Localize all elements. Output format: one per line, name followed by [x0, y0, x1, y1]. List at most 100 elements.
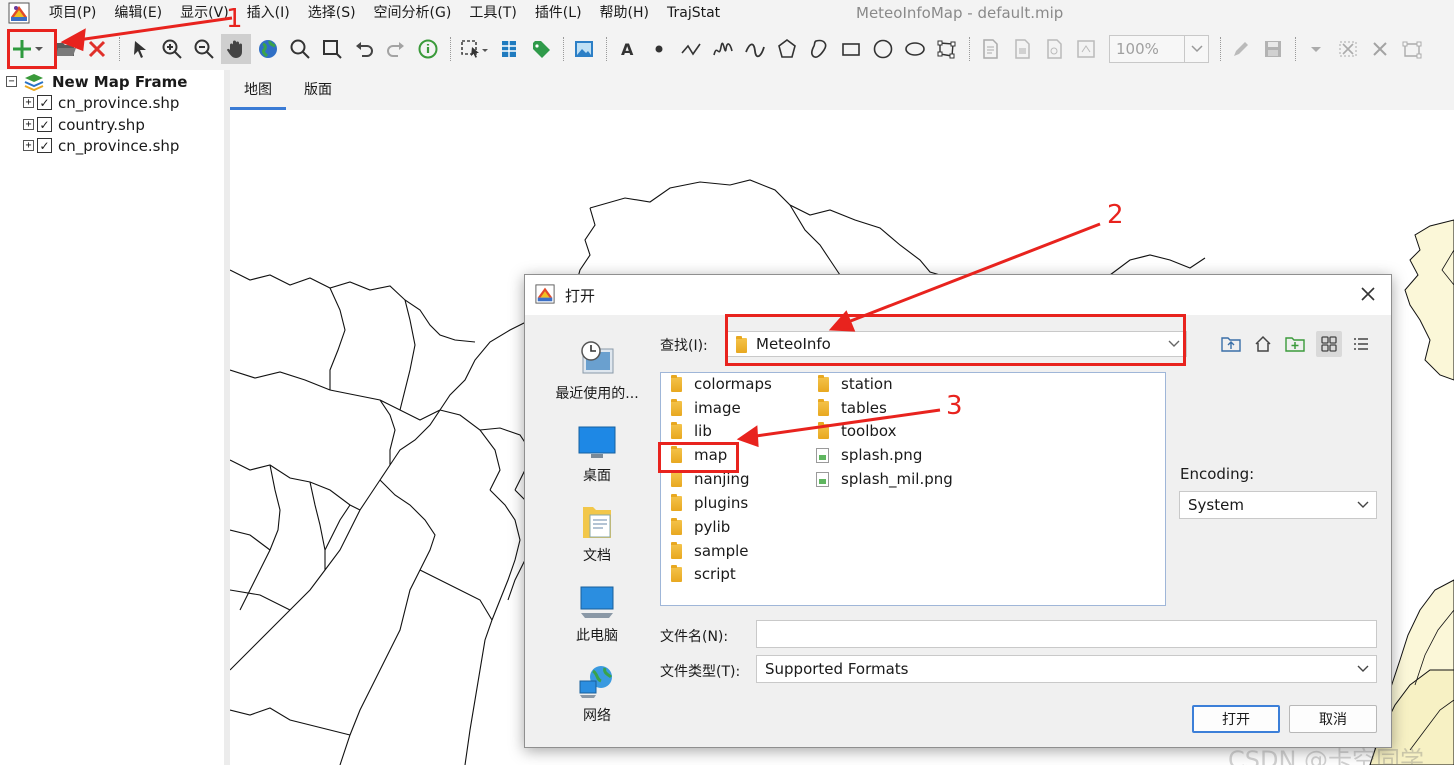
print-icon[interactable] [1039, 34, 1069, 64]
list-view-icon[interactable] [1316, 331, 1342, 357]
polygon-icon[interactable] [772, 34, 802, 64]
folder-item-lib[interactable]: lib [671, 420, 712, 442]
folder-item-pylib[interactable]: pylib [671, 516, 730, 538]
select-arrow-icon[interactable] [125, 34, 155, 64]
menu-spatial-analysis[interactable]: 空间分析(G) [365, 0, 461, 26]
collapse-toggle-icon[interactable]: − [6, 76, 17, 87]
zoom-combobox[interactable]: 100% [1109, 35, 1209, 63]
open-button[interactable]: 打开 [1192, 705, 1280, 733]
file-name-input[interactable] [756, 620, 1377, 648]
text-icon[interactable]: A [612, 34, 642, 64]
pan-hand-icon[interactable] [221, 34, 251, 64]
remove-layer-icon[interactable] [82, 34, 112, 64]
cut-shape-icon[interactable] [1333, 34, 1363, 64]
folder-name: pylib [694, 518, 731, 536]
zoom-in-icon[interactable] [157, 34, 187, 64]
home-icon[interactable] [1250, 331, 1276, 357]
folder-item-station[interactable]: station [818, 373, 893, 395]
map-frame-label: New Map Frame [52, 72, 188, 91]
menu-edit[interactable]: 编辑(E) [105, 0, 171, 26]
snap-icon[interactable] [1397, 34, 1427, 64]
folder-item-sample[interactable]: sample [671, 540, 749, 562]
cancel-button[interactable]: 取消 [1289, 705, 1377, 733]
refresh-icon[interactable] [1071, 34, 1101, 64]
place-desktop[interactable]: 桌面 [547, 423, 647, 485]
details-view-icon[interactable] [1348, 331, 1374, 357]
up-folder-icon[interactable] [1218, 331, 1244, 357]
zoom-out-icon[interactable] [189, 34, 219, 64]
encoding-select[interactable]: System [1179, 491, 1377, 519]
image-icon[interactable] [569, 34, 599, 64]
edit-pencil-icon[interactable] [1226, 34, 1256, 64]
export-icon[interactable] [1007, 34, 1037, 64]
file-list[interactable]: colormaps image lib map nanjing plugins … [660, 372, 1166, 606]
place-documents[interactable]: 文档 [547, 503, 647, 565]
annotation-number-1: 1 [226, 4, 243, 34]
identify-info-icon[interactable] [413, 34, 443, 64]
magnifier-icon[interactable] [285, 34, 315, 64]
place-desktop-label: 桌面 [583, 468, 611, 484]
redo-icon[interactable] [381, 34, 411, 64]
menu-tools[interactable]: 工具(T) [460, 0, 525, 26]
folder-item-colormaps[interactable]: colormaps [671, 373, 772, 395]
tab-layout[interactable]: 版面 [290, 72, 346, 110]
point-icon[interactable] [644, 34, 674, 64]
layer-visibility-checkbox[interactable]: ✓ [37, 117, 52, 132]
layer-visibility-checkbox[interactable]: ✓ [37, 138, 52, 153]
dropdown-arrow-icon[interactable] [1301, 34, 1331, 64]
layout-page-icon[interactable] [975, 34, 1005, 64]
expand-toggle-icon[interactable]: + [23, 119, 34, 130]
folder-icon [818, 421, 829, 439]
folder-item-toolbox[interactable]: toolbox [818, 420, 897, 442]
menu-insert[interactable]: 插入(I) [238, 0, 299, 26]
file-type-select[interactable]: Supported Formats [756, 655, 1377, 683]
folder-item-plugins[interactable]: plugins [671, 492, 748, 514]
place-recent[interactable]: 最近使用的... [547, 341, 647, 403]
circle-icon[interactable] [868, 34, 898, 64]
map-frame-node[interactable]: − New Map Frame [6, 71, 187, 92]
chevron-down-icon[interactable] [1356, 662, 1370, 676]
polyline-icon[interactable] [676, 34, 706, 64]
new-folder-icon[interactable] [1282, 331, 1308, 357]
dialog-title-bar[interactable]: 打开 [525, 275, 1391, 315]
folder-icon [671, 421, 682, 439]
menu-trajstat[interactable]: TrajStat [658, 0, 729, 26]
expand-toggle-icon[interactable]: + [23, 97, 34, 108]
folder-item-tables[interactable]: tables [818, 397, 887, 419]
save-icon[interactable] [1258, 34, 1288, 64]
ellipse-icon[interactable] [900, 34, 930, 64]
expand-toggle-icon[interactable]: + [23, 140, 34, 151]
freehand-line-icon[interactable] [708, 34, 738, 64]
place-network[interactable]: 网络 [547, 663, 647, 725]
layer-item[interactable]: + ✓ cn_province.shp [23, 92, 179, 113]
chevron-down-icon[interactable] [1356, 498, 1370, 512]
layer-visibility-checkbox[interactable]: ✓ [37, 95, 52, 110]
attribute-table-icon[interactable] [494, 34, 524, 64]
layer-item[interactable]: + ✓ cn_province.shp [23, 135, 179, 156]
menu-help[interactable]: 帮助(H) [591, 0, 658, 26]
file-item-splash-mil[interactable]: splash_mil.png [816, 468, 953, 490]
tab-map[interactable]: 地图 [230, 72, 286, 110]
menu-project[interactable]: 项目(P) [40, 0, 105, 26]
rectangle-icon[interactable] [836, 34, 866, 64]
chevron-down-icon[interactable] [1184, 36, 1208, 62]
menu-selection[interactable]: 选择(S) [299, 0, 365, 26]
edit-vertices-icon[interactable] [932, 34, 962, 64]
freehand-polygon-icon[interactable] [804, 34, 834, 64]
layer-item[interactable]: + ✓ country.shp [23, 114, 145, 135]
folder-item-script[interactable]: script [671, 563, 736, 585]
menu-plugins[interactable]: 插件(L) [526, 0, 591, 26]
select-features-icon[interactable] [456, 34, 492, 64]
folder-item-image[interactable]: image [671, 397, 741, 419]
close-icon[interactable] [1357, 283, 1379, 305]
full-extent-globe-icon[interactable] [253, 34, 283, 64]
curve-icon[interactable] [740, 34, 770, 64]
undo-icon[interactable] [349, 34, 379, 64]
zoom-rectangle-icon[interactable] [317, 34, 347, 64]
file-type-value: Supported Formats [765, 660, 909, 678]
label-tag-icon[interactable] [526, 34, 556, 64]
place-this-pc[interactable]: 此电脑 [547, 583, 647, 645]
look-in-label: 查找(I): [660, 338, 708, 354]
file-item-splash[interactable]: splash.png [816, 444, 922, 466]
delete-shape-icon[interactable] [1365, 34, 1395, 64]
